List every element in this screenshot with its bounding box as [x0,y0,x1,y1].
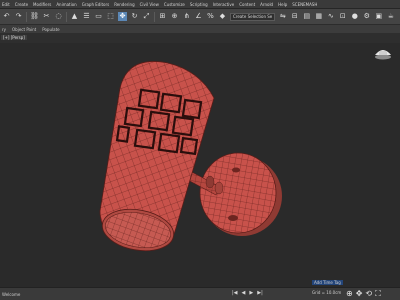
orbit-icon[interactable]: ⟲ [365,289,372,299]
redo-icon[interactable]: ↷ [14,12,23,21]
menu-item-help[interactable]: Help [278,0,287,9]
align-icon[interactable]: ⊟ [290,12,299,21]
window-crossing-icon[interactable]: ⬚ [106,12,115,21]
angle-snap-icon[interactable]: ∠ [194,12,203,21]
menu-item-graph-editors[interactable]: Graph Editors [82,0,109,9]
status-bar: Welcome |◀ ◀ ▶ ▶| Grid = 10.0cm ⊕ ✥ ⟲ ⛶ [0,287,400,300]
rect-select-icon[interactable]: ▭ [94,12,103,21]
go-to-end-button[interactable]: ▶| [257,290,263,296]
scene-explorer-icon[interactable]: ▦ [314,12,323,21]
percent-snap-icon[interactable]: % [206,12,215,21]
selection-set-dropdown[interactable]: Create Selection Se [230,12,276,21]
viewport-label[interactable]: [+] [Persp] [1,35,27,40]
unlink-icon[interactable]: ✂ [42,12,51,21]
wall-plate-mesh [199,152,282,236]
ribbon-tabs: ry Object Paint Populate [0,25,400,33]
snap-icon[interactable]: ⋔ [182,12,191,21]
menu-item-arnold[interactable]: Arnold [260,0,273,9]
menu-bar: Edit Create Modifiers Animation Graph Editor… [0,0,400,9]
view-cube[interactable] [375,50,391,60]
menu-item-scripting[interactable]: Scripting [190,0,208,9]
status-text: Welcome [2,291,21,297]
undo-icon[interactable]: ↶ [2,12,11,21]
menu-item-interactive[interactable]: Interactive [213,0,235,9]
viewport-canvas [99,50,391,252]
menu-item-content[interactable]: Content [239,0,255,9]
menu-item-rendering[interactable]: Rendering [114,0,134,9]
schematic-icon[interactable]: ⊡ [338,12,347,21]
ribbon-tab-populate[interactable]: Populate [42,27,59,32]
toolbar-divider [66,11,67,22]
spinner-snap-icon[interactable]: ◆ [218,12,227,21]
main-toolbar: ↶ ↷ ⛓ ✂ ◌ ▲ ☰ ▭ ⬚ ✥ ↻ ⤢ ⊞ ⊕ ⋔ ∠ % ◆ Crea… [0,9,400,25]
toolbar-divider [26,11,27,22]
menu-item-edit[interactable]: Edit [2,0,10,9]
menu-item-scenemash[interactable]: SCENEMASH [292,0,317,9]
viewport-header [0,33,400,43]
add-time-tag-button[interactable]: Add Time Tag [312,280,343,285]
move-icon[interactable]: ✥ [118,12,127,21]
menu-item-civil-view[interactable]: Civil View [140,0,159,9]
select-by-name-icon[interactable]: ☰ [82,12,91,21]
rotate-icon[interactable]: ↻ [130,12,139,21]
go-to-start-button[interactable]: |◀ [232,290,238,296]
render-setup-icon[interactable]: ⚙ [362,12,371,21]
render-icon[interactable]: ☕ [386,12,395,21]
mirror-icon[interactable]: ⇋ [278,12,287,21]
reference-coord-icon[interactable]: ⊞ [158,12,167,21]
menu-item-animation[interactable]: Animation [56,0,76,9]
scale-icon[interactable]: ⤢ [142,12,151,21]
perspective-viewport[interactable] [0,43,400,287]
menu-item-modifiers[interactable]: Modifiers [33,0,51,9]
pivot-icon[interactable]: ⊕ [170,12,179,21]
previous-frame-button[interactable]: ◀ [242,290,246,296]
time-controls: |◀ ◀ ▶ ▶| [232,290,263,296]
curve-editor-icon[interactable]: ∿ [326,12,335,21]
layer-icon[interactable]: ▤ [302,12,311,21]
viewport-nav-controls: ⊕ ✥ ⟲ ⛶ [346,289,381,299]
toolbar-divider [154,11,155,22]
menu-item-customize[interactable]: Customize [164,0,185,9]
menu-item-create[interactable]: Create [15,0,28,9]
select-icon[interactable]: ▲ [70,12,79,21]
play-button[interactable]: ▶ [249,290,253,296]
render-frame-icon[interactable]: ▣ [374,12,383,21]
grid-readout: Grid = 10.0cm [312,290,342,295]
pan-icon[interactable]: ✥ [356,289,363,299]
cylinder-shade-mesh [99,61,215,252]
material-editor-icon[interactable]: ● [350,12,359,21]
ribbon-tab-object-paint[interactable]: Object Paint [12,27,36,32]
maximize-viewport-icon[interactable]: ⛶ [375,289,381,299]
ribbon-tab-ry[interactable]: ry [2,27,6,32]
bind-icon[interactable]: ◌ [54,12,63,21]
zoom-icon[interactable]: ⊕ [346,289,353,299]
link-icon[interactable]: ⛓ [30,12,39,21]
